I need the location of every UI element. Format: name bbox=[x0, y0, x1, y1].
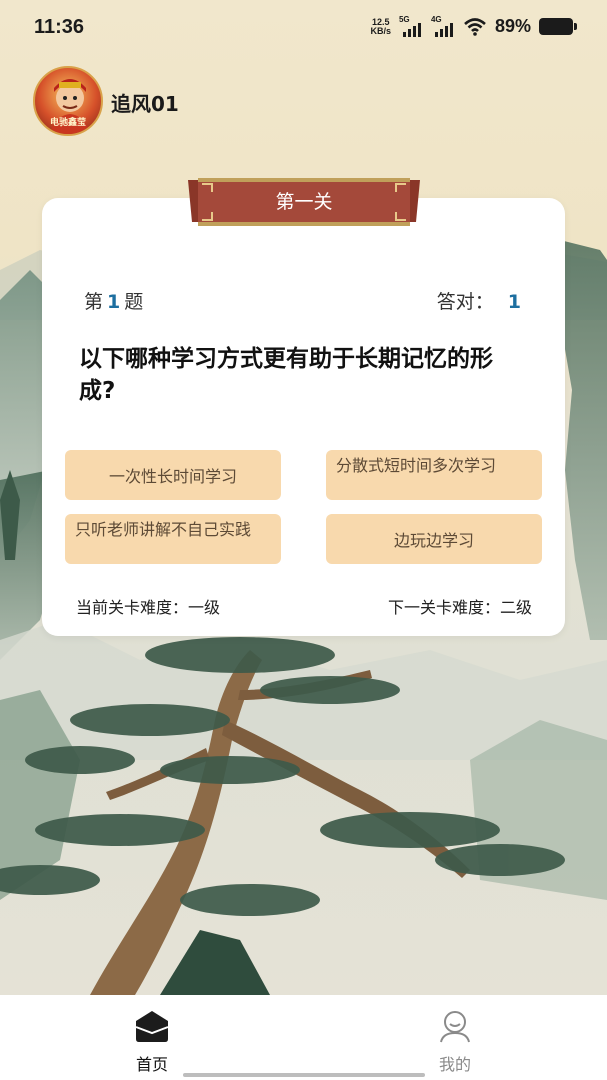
option-b-button[interactable]: 分散式短时间多次学习 bbox=[326, 450, 542, 500]
battery-icon bbox=[539, 18, 577, 35]
nav-item-home[interactable]: 首页 bbox=[92, 995, 212, 1080]
avatar-caption: 电驰鑫莹 bbox=[49, 118, 86, 128]
question-number: 第1题 bbox=[84, 287, 143, 314]
wifi-icon bbox=[464, 17, 486, 36]
battery-percent: 89% bbox=[494, 16, 531, 36]
nav-item-me[interactable]: 我的 bbox=[395, 995, 515, 1080]
status-time: 11:36 bbox=[34, 16, 85, 38]
home-indicator-bar[interactable] bbox=[183, 1073, 425, 1077]
question-number-prefix: 第 bbox=[84, 291, 104, 313]
question-number-suffix: 题 bbox=[124, 291, 144, 313]
signal-icon: 4G bbox=[431, 15, 455, 37]
status-indicators: 12.5 KB/s 5G 4G 89% bbox=[370, 15, 577, 37]
status-bar: 11:36 12.5 KB/s 5G 4G 89% bbox=[0, 0, 607, 56]
current-difficulty: 当前关卡难度：一级 bbox=[76, 598, 221, 617]
network-speed-unit: KB/s bbox=[370, 25, 391, 36]
next-difficulty: 下一关卡难度：二级 bbox=[387, 598, 532, 617]
correct-count: 答对： 1 bbox=[437, 287, 521, 314]
nav-label-me: 我的 bbox=[438, 1055, 471, 1074]
correct-count-label: 答对： bbox=[436, 291, 494, 313]
quiz-card bbox=[42, 198, 565, 636]
level-banner: 第一关 bbox=[188, 178, 420, 226]
network-speed: 12.5 KB/s bbox=[370, 17, 391, 36]
nav-label-home: 首页 bbox=[135, 1055, 168, 1074]
question-text: 以下哪种学习方式更有助于长期记忆的形成? bbox=[79, 346, 493, 404]
question-number-value: 1 bbox=[107, 291, 121, 313]
correct-count-value: 1 bbox=[507, 291, 521, 313]
avatar[interactable]: 电驰鑫莹 bbox=[33, 66, 103, 136]
option-c-button[interactable]: 只听老师讲解不自己实践 bbox=[65, 514, 281, 564]
bottom-nav: 首页 我的 bbox=[0, 995, 607, 1080]
home-icon bbox=[135, 1011, 169, 1042]
level-title: 第一关 bbox=[275, 191, 333, 213]
option-d-button[interactable]: 边玩边学习 bbox=[326, 514, 542, 564]
username: 追风01 bbox=[111, 92, 179, 116]
signal-icon: 5G bbox=[399, 15, 423, 37]
user-icon bbox=[440, 1011, 470, 1043]
option-a-button[interactable]: 一次性长时间学习 bbox=[65, 450, 281, 500]
